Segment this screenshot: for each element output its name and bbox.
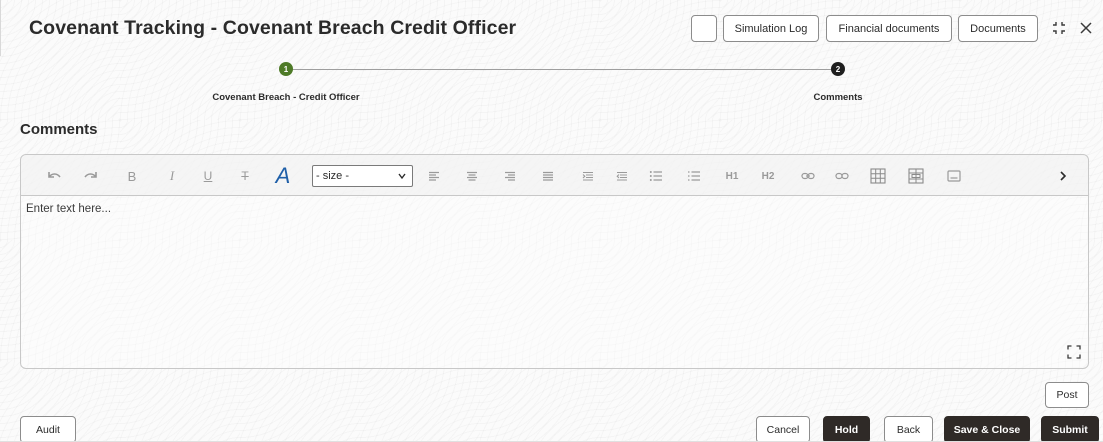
- financial-documents-button[interactable]: Financial documents: [826, 15, 952, 42]
- align-right-icon[interactable]: [499, 165, 521, 187]
- table-icon[interactable]: [867, 165, 889, 187]
- covenant-tracking-page: Covenant Tracking - Covenant Breach Cred…: [0, 0, 1103, 442]
- save-close-button[interactable]: Save & Close: [944, 416, 1030, 442]
- hold-button[interactable]: Hold: [823, 416, 870, 442]
- comments-editor: B I U T A - size - H1 H2 Enter text here…: [20, 154, 1089, 369]
- table-edit-icon[interactable]: [905, 165, 927, 187]
- image-icon[interactable]: [943, 165, 965, 187]
- minimize-icon[interactable]: [1049, 17, 1069, 39]
- comments-text-area[interactable]: Enter text here...: [21, 196, 1088, 368]
- chevron-down-icon: [397, 171, 407, 184]
- step-2-label[interactable]: Comments: [813, 92, 862, 103]
- align-justify-icon[interactable]: [537, 165, 559, 187]
- strikethrough-icon[interactable]: T: [234, 165, 256, 187]
- step-2-indicator[interactable]: 2: [831, 62, 845, 76]
- font-color-icon[interactable]: A: [272, 163, 294, 188]
- bold-icon[interactable]: B: [121, 165, 143, 187]
- bullet-list-icon[interactable]: [645, 165, 667, 187]
- back-button[interactable]: Back: [884, 416, 933, 442]
- step-1-indicator[interactable]: 1: [279, 62, 293, 76]
- page-header: Covenant Tracking - Covenant Breach Cred…: [0, 0, 1103, 56]
- italic-icon[interactable]: I: [161, 165, 183, 187]
- comments-section-title: Comments: [20, 121, 98, 138]
- more-icon[interactable]: [1052, 165, 1074, 187]
- documents-button[interactable]: Documents: [958, 15, 1038, 42]
- heading-2-icon[interactable]: H2: [757, 165, 779, 187]
- indent-icon[interactable]: [577, 165, 599, 187]
- link-icon[interactable]: [797, 165, 819, 187]
- submit-button[interactable]: Submit: [1041, 416, 1099, 442]
- numbered-list-icon[interactable]: [683, 165, 705, 187]
- page-title: Covenant Tracking - Covenant Breach Cred…: [29, 17, 517, 39]
- align-center-icon[interactable]: [461, 165, 483, 187]
- blank-header-button[interactable]: [691, 15, 717, 42]
- expand-icon[interactable]: [1067, 345, 1081, 359]
- underline-icon[interactable]: U: [197, 165, 219, 187]
- unlink-icon[interactable]: [831, 165, 853, 187]
- heading-1-icon[interactable]: H1: [721, 165, 743, 187]
- cancel-button[interactable]: Cancel: [756, 416, 810, 442]
- align-left-icon[interactable]: [423, 165, 445, 187]
- editor-toolbar: B I U T A - size - H1 H2: [21, 155, 1088, 196]
- undo-icon[interactable]: [43, 165, 65, 187]
- audit-button[interactable]: Audit: [20, 416, 76, 442]
- outdent-icon[interactable]: [611, 165, 633, 187]
- step-1-label[interactable]: Covenant Breach - Credit Officer: [212, 92, 359, 103]
- post-button[interactable]: Post: [1045, 382, 1089, 408]
- redo-icon[interactable]: [80, 165, 102, 187]
- stepper-connector: [292, 69, 837, 70]
- font-size-select[interactable]: - size -: [312, 165, 413, 187]
- close-icon[interactable]: [1076, 17, 1096, 39]
- font-size-value: - size -: [316, 170, 349, 182]
- simulation-log-button[interactable]: Simulation Log: [723, 15, 819, 42]
